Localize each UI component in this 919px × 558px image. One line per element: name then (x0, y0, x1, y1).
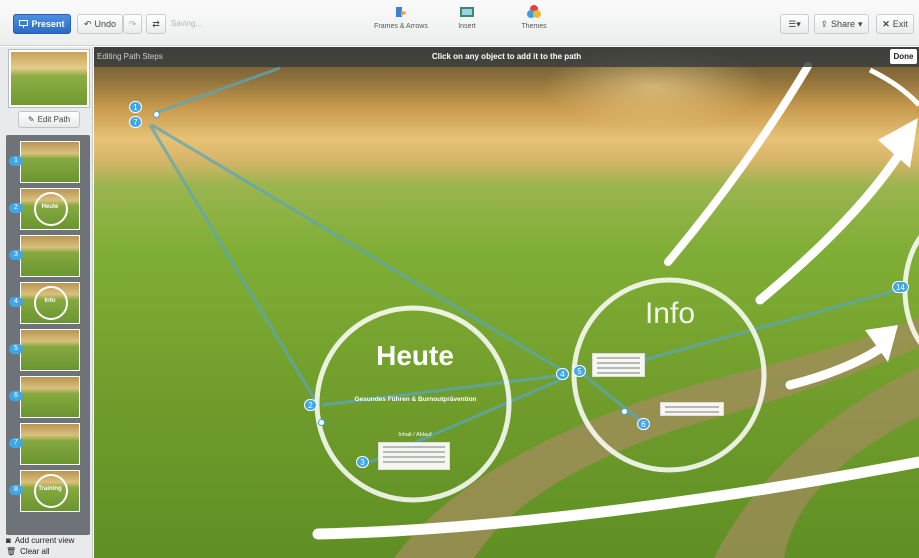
chevron-down-icon: ▾ (858, 18, 863, 29)
frames-arrows-button[interactable]: Frames & Arrows (372, 4, 430, 30)
path-step-thumb-3[interactable] (20, 235, 80, 277)
save-button[interactable]: ⇄ (146, 14, 166, 34)
path-sidebar: ✎ Edit Path Heute Info Training 1 2 3 4 … (0, 47, 93, 558)
add-view-label: Add current view (14, 536, 75, 545)
path-step-thumb-1[interactable] (20, 141, 80, 183)
undo-label: Undo (94, 19, 117, 29)
heute-subtitle[interactable]: Gesundes Führen & Burnoutprävention (318, 396, 513, 403)
clear-all-label: Clear all (20, 547, 50, 556)
path-handle[interactable] (153, 111, 160, 118)
path-point-14[interactable]: 14 (892, 281, 909, 293)
menu-icon: ☰▾ (788, 18, 801, 29)
path-point-6[interactable]: 6 (637, 418, 650, 430)
themes-label: Themes (521, 23, 547, 30)
step-number: 5 (9, 344, 23, 354)
saving-status: Saving... (171, 19, 203, 28)
share-icon: ⇪ (820, 18, 828, 29)
toolbar: Present ↶ Undo ↷ ⇄ Saving... Frames & Ar… (0, 0, 919, 46)
path-point-3[interactable]: 3 (356, 456, 369, 468)
step-caption: Heute (41, 204, 59, 210)
done-button[interactable]: Done (890, 49, 917, 64)
heute-text-block[interactable] (378, 442, 450, 470)
info-text-block-2[interactable] (660, 402, 724, 416)
undo-button[interactable]: ↶ Undo (77, 14, 123, 34)
step-number: 6 (9, 391, 23, 401)
exit-button[interactable]: ✕ Exit (876, 14, 914, 34)
present-icon (19, 20, 29, 28)
step-number: 8 (9, 485, 23, 495)
present-label: Present (31, 19, 65, 29)
present-button[interactable]: Present (13, 14, 71, 34)
step-number: 7 (9, 438, 23, 448)
insert-icon (460, 7, 474, 17)
step-caption: Info (44, 298, 56, 304)
step-caption: Training (38, 486, 62, 492)
info-title[interactable]: Info (600, 297, 740, 331)
info-text-block[interactable] (592, 353, 645, 377)
dirt-path-illustration (394, 317, 919, 558)
path-step-thumb-6[interactable] (20, 376, 80, 418)
trash-icon: 🗑 (6, 547, 17, 556)
add-current-view-button[interactable]: ◙ Add current view (6, 536, 74, 545)
step-number: 2 (9, 203, 23, 213)
redo-icon: ↷ (128, 18, 137, 29)
path-step-list: Heute Info Training 1 2 3 4 5 6 7 8 (6, 135, 90, 535)
step-number: 3 (9, 250, 23, 260)
path-point-7[interactable]: 7 (129, 116, 142, 128)
themes-icon (527, 5, 541, 18)
heute-title[interactable]: Heute (320, 340, 510, 372)
path-point-4[interactable]: 4 (556, 368, 569, 380)
path-handle[interactable] (318, 419, 325, 426)
redo-button[interactable]: ↷ (123, 14, 142, 34)
path-point-5[interactable]: 5 (573, 365, 586, 377)
path-step-thumb-2[interactable]: Heute (20, 188, 80, 230)
insert-button[interactable]: Insert (452, 4, 482, 30)
share-label: Share (830, 19, 856, 29)
edit-path-label: Edit Path (37, 115, 71, 124)
themes-button[interactable]: Themes (516, 4, 552, 30)
camera-icon: ◙ (6, 536, 11, 545)
exit-label: Exit (892, 19, 908, 29)
step-number: 4 (9, 297, 23, 307)
frames-arrows-icon (396, 7, 407, 17)
share-button[interactable]: ⇪ Share ▾ (814, 14, 869, 34)
undo-icon: ↶ (83, 18, 92, 29)
path-point-1[interactable]: 1 (129, 101, 142, 113)
editing-path-banner: Editing Path Steps Click on any object t… (94, 47, 919, 67)
path-instruction: Click on any object to add it to the pat… (431, 52, 582, 61)
refresh-icon: ⇄ (152, 18, 160, 29)
insert-label: Insert (458, 23, 476, 30)
path-step-thumb-4[interactable]: Info (20, 282, 80, 324)
close-icon: ✕ (882, 18, 890, 29)
overview-thumbnail[interactable] (9, 50, 89, 107)
path-handle[interactable] (621, 408, 628, 415)
heute-agenda-label[interactable]: Inhalt / Ablauf (370, 432, 460, 438)
path-step-thumb-8[interactable]: Training (20, 470, 80, 512)
step-number: 1 (9, 156, 23, 166)
frames-arrows-label: Frames & Arrows (374, 23, 428, 30)
pencil-icon: ✎ (27, 115, 35, 124)
path-point-2[interactable]: 2 (304, 399, 317, 411)
path-step-thumb-5[interactable] (20, 329, 80, 371)
prezi-canvas[interactable] (94, 47, 919, 558)
clear-all-button[interactable]: 🗑 Clear all (6, 547, 50, 556)
view-menu-button[interactable]: ☰▾ (780, 14, 809, 34)
edit-path-button[interactable]: ✎ Edit Path (18, 111, 80, 128)
path-step-thumb-7[interactable] (20, 423, 80, 465)
